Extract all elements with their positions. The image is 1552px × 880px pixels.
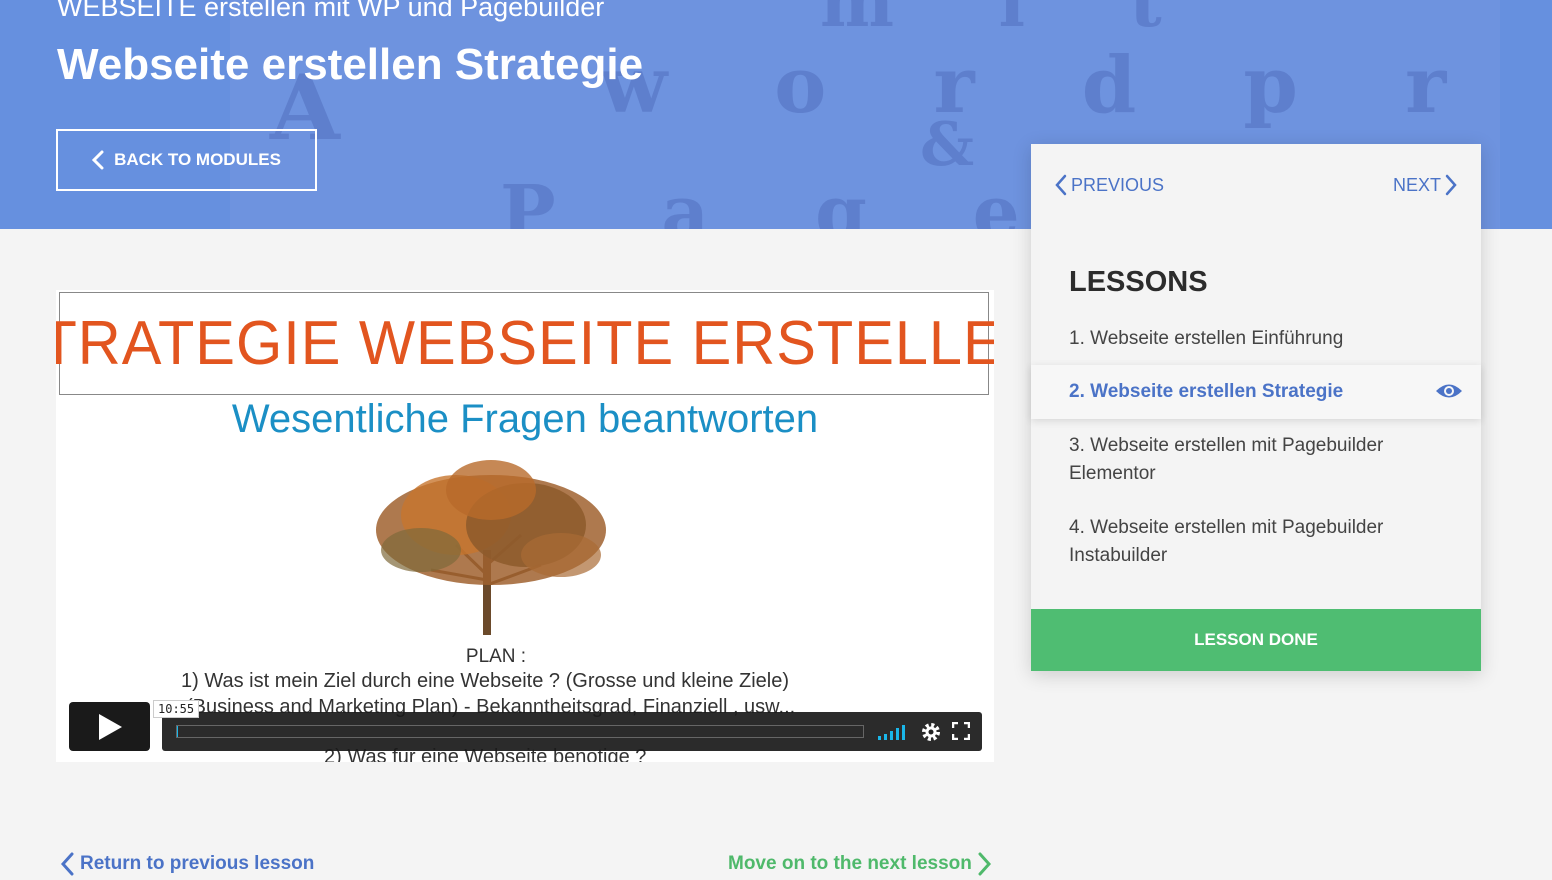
play-icon	[98, 713, 122, 740]
video-progress-bar[interactable]	[176, 725, 864, 738]
video-player[interactable]: STRATEGIE WEBSEITE ERSTELLEN Wesentliche…	[56, 290, 994, 762]
chevron-right-icon	[1445, 174, 1457, 196]
lesson-done-label: LESSON DONE	[1194, 630, 1318, 649]
lesson-item[interactable]: 1. Webseite erstellen Einführung	[1031, 325, 1481, 353]
volume-icon[interactable]	[878, 724, 910, 740]
lesson-item[interactable]: 3. Webseite erstellen mit Pagebuilder El…	[1031, 432, 1481, 488]
tree-image	[376, 460, 606, 635]
next-button[interactable]: NEXT	[1393, 174, 1457, 196]
lesson-item-label: 4. Webseite erstellen mit Pagebuilder In…	[1069, 517, 1384, 566]
eye-icon	[1436, 384, 1462, 398]
slide-title-box: STRATEGIE WEBSEITE ERSTELLEN	[56, 292, 994, 395]
gear-icon[interactable]	[920, 721, 942, 743]
slide-plan-line: 1) Was ist mein Ziel durch eine Webseite…	[181, 670, 790, 692]
chevron-left-icon	[60, 852, 74, 876]
slide-plan-label: PLAN :	[465, 646, 527, 667]
chevron-left-icon	[92, 150, 104, 170]
lesson-item-active[interactable]: 2. Webseite erstellen Strategie	[1031, 365, 1481, 419]
lesson-item[interactable]: 4. Webseite erstellen mit Pagebuilder In…	[1031, 514, 1481, 570]
video-duration: 10:55	[153, 700, 200, 718]
back-to-modules-label: BACK TO MODULES	[114, 150, 281, 169]
lesson-item-label: 2. Webseite erstellen Strategie	[1069, 381, 1344, 402]
lesson-item-label: 3. Webseite erstellen mit Pagebuilder El…	[1069, 435, 1384, 484]
slide-subtitle: Wesentliche Fragen beantworten	[231, 397, 819, 441]
previous-label: PREVIOUS	[1071, 174, 1165, 195]
video-progress-fill	[177, 726, 179, 737]
course-title: WEBSEITE erstellen mit WP und Pagebuilde…	[57, 0, 605, 22]
lessons-heading: LESSONS	[1069, 266, 1208, 298]
chevron-left-icon	[1055, 174, 1067, 196]
chevron-right-icon	[978, 852, 991, 876]
return-to-previous-lesson-link[interactable]: Return to previous lesson	[60, 852, 314, 876]
page-title: Webseite erstellen Strategie	[57, 40, 644, 89]
play-button[interactable]	[69, 702, 150, 751]
back-to-modules-button[interactable]: BACK TO MODULES	[56, 129, 317, 191]
move-to-next-lesson-link[interactable]: Move on to the next lesson	[728, 852, 992, 876]
prev-lesson-label: Return to previous lesson	[80, 853, 315, 874]
lesson-item-label: 1. Webseite erstellen Einführung	[1069, 328, 1344, 349]
lesson-done-button[interactable]: LESSON DONE	[1031, 609, 1481, 671]
fullscreen-icon[interactable]	[952, 722, 970, 740]
lessons-panel: PREVIOUS NEXT LESSONS 1. Webseite erstel…	[1031, 144, 1481, 671]
next-lesson-label: Move on to the next lesson	[728, 853, 972, 874]
previous-button[interactable]: PREVIOUS	[1055, 174, 1164, 196]
next-label: NEXT	[1392, 174, 1441, 195]
slide-title: STRATEGIE WEBSEITE ERSTELLEN	[56, 309, 994, 378]
video-controls-bar	[162, 712, 982, 751]
